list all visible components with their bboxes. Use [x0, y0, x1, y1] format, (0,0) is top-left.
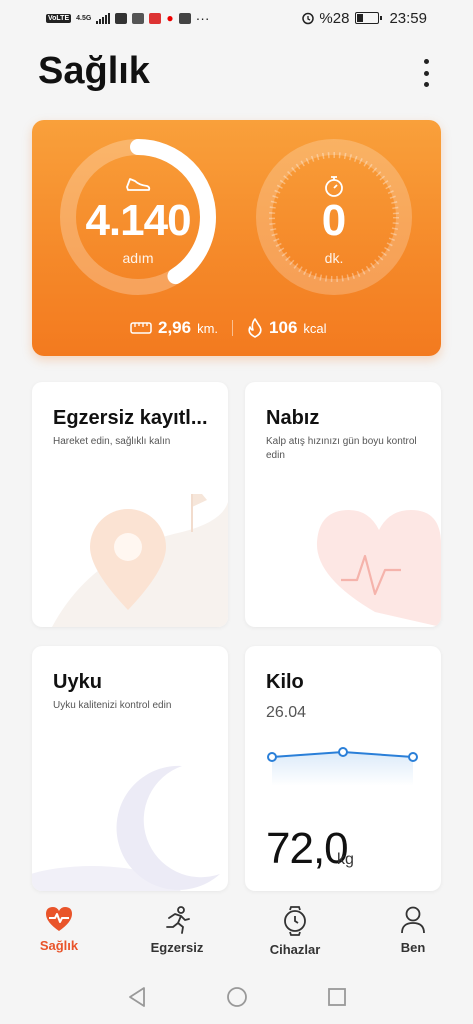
- activity-summary-card[interactable]: 4.140 adım 0 dk. 2,96 km. 106 kcal: [32, 120, 441, 356]
- recents-icon[interactable]: [326, 986, 348, 1008]
- status-bar-right: %28 23:59: [301, 10, 427, 27]
- nav-devices-label: Cihazlar: [269, 942, 321, 957]
- home-icon[interactable]: [226, 986, 248, 1008]
- battery-percent: %28: [319, 9, 350, 27]
- nav-devices[interactable]: Cihazlar: [236, 896, 354, 966]
- steps-unit: adım: [122, 250, 154, 266]
- sleep-card[interactable]: Uyku Uyku kalitenizi kontrol edin: [32, 646, 228, 891]
- nav-health[interactable]: Sağlık: [0, 896, 118, 966]
- app-icon: [132, 12, 145, 24]
- nav-me-label: Ben: [400, 940, 426, 955]
- status-bar-left: VoLTE 4.5G ● ···: [46, 10, 210, 26]
- weight-unit: kg: [337, 851, 354, 868]
- flame-icon: [248, 318, 262, 338]
- weight-value: 72,0: [266, 824, 349, 873]
- calories-unit: kcal: [303, 320, 327, 336]
- running-icon: [166, 906, 190, 934]
- bottom-navigation: Sağlık Egzersiz Cihazlar Ben: [0, 896, 473, 966]
- clock: 23:59: [389, 9, 427, 27]
- message-icon: [178, 12, 191, 24]
- signal-icon: [96, 12, 111, 24]
- person-icon: [401, 906, 425, 934]
- shoe-icon: [126, 178, 151, 191]
- app-icon: [149, 12, 162, 24]
- weight-card[interactable]: Kilo 26.04 72,0 kg: [245, 646, 441, 891]
- active-minutes-unit: dk.: [324, 250, 344, 266]
- distance-unit: km.: [197, 320, 219, 336]
- more-vert-icon[interactable]: [416, 56, 436, 90]
- system-navigation: [0, 972, 473, 1022]
- volte-icon: VoLTE: [46, 13, 72, 23]
- steps-value: 4.140: [85, 196, 191, 245]
- network-type: 4.5G: [76, 14, 92, 22]
- calendar-icon: [115, 12, 128, 24]
- overflow-dots: ···: [195, 10, 210, 26]
- exercise-title: Egzersiz kayıtl...: [53, 407, 208, 429]
- heart-rate-title: Nabız: [266, 407, 320, 429]
- nav-exercise-label: Egzersiz: [150, 940, 204, 955]
- exercise-records-card[interactable]: Egzersiz kayıtl... Hareket edin, sağlıkl…: [32, 382, 228, 627]
- status-bar: VoLTE 4.5G ● ··· %28 23:59: [0, 0, 473, 36]
- heart-rate-card[interactable]: Nabız Kalp atış hızınızı gün boyu kontro…: [245, 382, 441, 627]
- divider: [232, 320, 234, 336]
- back-icon[interactable]: [126, 986, 148, 1008]
- heart-rate-subtitle: Kalp atış hızınızı gün boyu kontrol edin: [266, 436, 417, 461]
- nav-health-label: Sağlık: [39, 938, 79, 953]
- distance-value: 2,96: [158, 318, 192, 337]
- stopwatch-icon: [325, 176, 343, 197]
- alarm-icon: [302, 12, 315, 25]
- watch-icon: [284, 906, 306, 936]
- ruler-icon: [130, 322, 152, 334]
- active-minutes-value: 0: [321, 196, 347, 245]
- sleep-title: Uyku: [53, 671, 102, 693]
- sleep-subtitle: Uyku kalitenizi kontrol edin: [53, 700, 172, 711]
- calories-value: 106: [269, 318, 298, 337]
- nav-exercise[interactable]: Egzersiz: [118, 896, 236, 966]
- vodafone-icon: ●: [166, 11, 174, 25]
- heart-pulse-icon: [46, 907, 72, 931]
- battery-icon: [355, 12, 383, 24]
- summary-stats-row: 2,96 km. 106 kcal: [130, 318, 327, 338]
- exercise-subtitle: Hareket edin, sağlıklı kalın: [53, 436, 171, 447]
- page-title: Sağlık: [38, 50, 150, 92]
- nav-me[interactable]: Ben: [354, 896, 472, 966]
